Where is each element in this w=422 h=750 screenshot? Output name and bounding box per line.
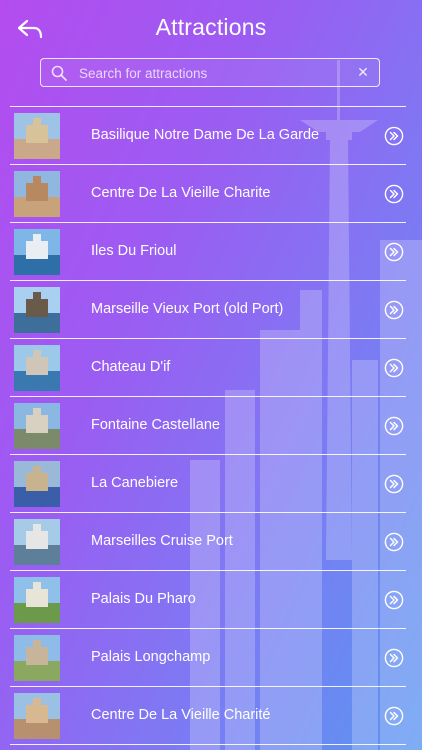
attraction-label: Chateau D'if: [91, 359, 171, 375]
attraction-label: Basilique Notre Dame De La Garde: [91, 127, 320, 143]
attractions-list: Basilique Notre Dame De La Garde Centre D…: [10, 106, 406, 745]
search-bar: ✕: [40, 58, 380, 87]
attraction-label: Iles Du Frioul: [91, 243, 177, 259]
list-item[interactable]: La Canebiere: [10, 455, 406, 513]
list-item[interactable]: Basilique Notre Dame De La Garde: [10, 107, 406, 165]
chevron-right-circle-icon[interactable]: [384, 300, 404, 320]
attraction-label: Fontaine Castellane: [91, 417, 220, 433]
attraction-thumbnail: [14, 287, 60, 333]
list-item[interactable]: Centre De La Vieille Charite: [10, 165, 406, 223]
search-icon: [51, 65, 67, 81]
list-item[interactable]: Fontaine Castellane: [10, 397, 406, 455]
attraction-thumbnail: [14, 693, 60, 739]
list-item[interactable]: Iles Du Frioul: [10, 223, 406, 281]
attraction-thumbnail: [14, 461, 60, 507]
attraction-label: Centre De La Vieille Charité: [91, 707, 271, 723]
attraction-label: Marseille Vieux Port (old Port): [91, 301, 284, 317]
chevron-right-circle-icon[interactable]: [384, 184, 404, 204]
page-title: Attractions: [155, 14, 267, 40]
attraction-thumbnail: [14, 113, 60, 159]
attraction-thumbnail: [14, 229, 60, 275]
list-item[interactable]: Chateau D'if: [10, 339, 406, 397]
attraction-thumbnail: [14, 577, 60, 623]
chevron-right-circle-icon[interactable]: [384, 706, 404, 726]
chevron-right-circle-icon[interactable]: [384, 474, 404, 494]
search-input[interactable]: [77, 62, 351, 84]
attraction-thumbnail: [14, 403, 60, 449]
attraction-thumbnail: [14, 171, 60, 217]
chevron-right-circle-icon[interactable]: [384, 416, 404, 436]
attraction-label: Palais Du Pharo: [91, 591, 196, 607]
attraction-label: Marseilles Cruise Port: [91, 533, 233, 549]
attraction-thumbnail: [14, 519, 60, 565]
list-item[interactable]: Palais Du Pharo: [10, 571, 406, 629]
attraction-label: Centre De La Vieille Charite: [91, 185, 271, 201]
header: Attractions: [0, 0, 422, 56]
chevron-right-circle-icon[interactable]: [384, 242, 404, 262]
list-item[interactable]: Centre De La Vieille Charité: [10, 687, 406, 745]
chevron-right-circle-icon[interactable]: [384, 590, 404, 610]
attraction-label: La Canebiere: [91, 475, 179, 491]
clear-icon[interactable]: ✕: [355, 63, 371, 81]
chevron-right-circle-icon[interactable]: [384, 126, 404, 146]
chevron-right-circle-icon[interactable]: [384, 532, 404, 552]
chevron-right-circle-icon[interactable]: [384, 648, 404, 668]
attraction-label: Palais Longchamp: [91, 649, 211, 665]
chevron-right-circle-icon[interactable]: [384, 358, 404, 378]
list-item[interactable]: Palais Longchamp: [10, 629, 406, 687]
list-item[interactable]: Marseille Vieux Port (old Port): [10, 281, 406, 339]
attraction-thumbnail: [14, 345, 60, 391]
list-item[interactable]: Marseilles Cruise Port: [10, 513, 406, 571]
attraction-thumbnail: [14, 635, 60, 681]
